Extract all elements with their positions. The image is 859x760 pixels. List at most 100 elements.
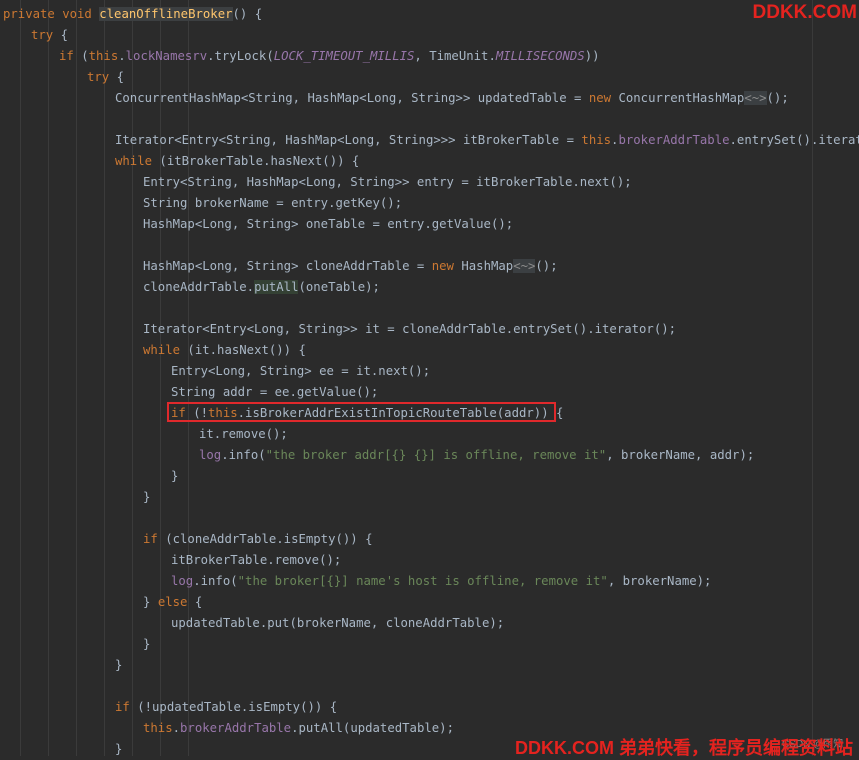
code-token: }: [171, 469, 179, 483]
code-token: if: [59, 49, 74, 63]
code-token: lockNamesrv: [125, 49, 208, 63]
code-line[interactable]: }: [115, 655, 122, 676]
code-line[interactable]: log.info("the broker[{}] name's host is …: [171, 571, 711, 592]
code-token: try: [87, 70, 110, 84]
code-line[interactable]: while (it.hasNext()) {: [143, 340, 306, 361]
indent-guide-line: [160, 0, 161, 756]
code-line[interactable]: Entry<Long, String> ee = it.next();: [171, 361, 430, 382]
code-line[interactable]: String brokerName = entry.getKey();: [143, 193, 402, 214]
code-token: HashMap<Long, String> cloneAddrTable =: [143, 259, 432, 273]
code-token: ConcurrentHashMap<String, HashMap<Long, …: [115, 91, 589, 105]
code-editor[interactable]: private void cleanOfflineBroker() {try {…: [0, 0, 859, 756]
code-line[interactable]: private void cleanOfflineBroker() {: [3, 4, 262, 25]
code-line[interactable]: if (!updatedTable.isEmpty()) {: [115, 697, 337, 718]
code-line[interactable]: try {: [31, 25, 68, 46]
code-token: Entry<String, HashMap<Long, String>> ent…: [143, 175, 632, 189]
code-token: new: [588, 91, 612, 105]
code-token: .: [172, 721, 181, 735]
code-token: ConcurrentHashMap: [611, 91, 745, 105]
code-token: log: [171, 574, 194, 588]
code-line[interactable]: Iterator<Entry<Long, String>> it = clone…: [143, 319, 676, 340]
code-token: (it.hasNext()) {: [180, 343, 306, 357]
code-line[interactable]: while (itBrokerTable.hasNext()) {: [115, 151, 359, 172]
code-line[interactable]: this.brokerAddrTable.putAll(updatedTable…: [143, 718, 454, 739]
code-line[interactable]: HashMap<Long, String> cloneAddrTable = n…: [143, 256, 558, 277]
code-line[interactable]: Iterator<Entry<String, HashMap<Long, Str…: [115, 130, 859, 151]
code-token: .info(: [221, 448, 266, 462]
code-token: Entry<Long, String> ee = it.next();: [171, 364, 431, 378]
code-token: () {: [232, 7, 263, 21]
code-token: "the broker[{}] name's host is offline, …: [237, 574, 608, 588]
code-line[interactable]: }: [171, 466, 178, 487]
code-token: (cloneAddrTable.isEmpty()) {: [157, 532, 373, 546]
code-token: )): [584, 49, 600, 63]
code-line[interactable]: updatedTable.put(brokerName, cloneAddrTa…: [171, 613, 504, 634]
code-token: while: [143, 343, 181, 357]
code-token: }: [143, 637, 151, 651]
code-token: <~>: [513, 259, 536, 273]
code-token: updatedTable.put(brokerName, cloneAddrTa…: [171, 616, 505, 630]
code-line[interactable]: if (cloneAddrTable.isEmpty()) {: [143, 529, 373, 550]
code-token: HashMap: [453, 259, 514, 273]
code-line[interactable]: }: [143, 487, 150, 508]
code-line[interactable]: ConcurrentHashMap<String, HashMap<Long, …: [115, 88, 789, 109]
watermark-bottom: DDKK.COM 弟弟快看，程序员编程资料站: [515, 738, 853, 758]
code-token: .: [118, 49, 126, 63]
code-token: {: [109, 70, 125, 84]
code-token: brokerAddrTable: [618, 133, 730, 147]
code-token: Iterator<Entry<Long, String>> it = clone…: [143, 322, 677, 336]
indent-guide-line: [20, 0, 21, 756]
code-token: .tryLock(: [207, 49, 274, 63]
code-token: this: [143, 721, 173, 735]
code-token: cloneAddrTable.: [143, 280, 255, 294]
code-token: "the broker addr[{} {}] is offline, remo…: [265, 448, 607, 462]
code-token: HashMap<Long, String> oneTable = entry.g…: [143, 217, 514, 231]
indent-guide-line: [104, 0, 105, 756]
code-line[interactable]: try {: [87, 67, 124, 88]
code-line[interactable]: String addr = ee.getValue();: [171, 382, 378, 403]
code-line[interactable]: if (this.lockNamesrv.tryLock(LOCK_TIMEOU…: [59, 46, 600, 67]
code-line[interactable]: itBrokerTable.remove();: [171, 550, 341, 571]
code-token: while: [115, 154, 153, 168]
code-line[interactable]: cloneAddrTable.putAll(oneTable);: [143, 277, 380, 298]
code-line[interactable]: log.info("the broker addr[{} {}] is offl…: [199, 445, 754, 466]
code-token: private void: [3, 7, 100, 21]
code-token: itBrokerTable.remove();: [171, 553, 342, 567]
code-token: (oneTable);: [298, 280, 380, 294]
code-line[interactable]: } else {: [143, 592, 202, 613]
indent-guide-line: [48, 0, 49, 756]
code-token: , brokerName);: [607, 574, 712, 588]
code-token: .putAll(updatedTable);: [291, 721, 454, 735]
code-line[interactable]: HashMap<Long, String> oneTable = entry.g…: [143, 214, 513, 235]
code-token: Iterator<Entry<String, HashMap<Long, Str…: [115, 133, 582, 147]
code-token: new: [431, 259, 454, 273]
code-line[interactable]: }: [143, 634, 150, 655]
code-line[interactable]: it.remove();: [199, 424, 288, 445]
code-token: <~>: [744, 91, 767, 105]
code-token: this: [88, 49, 119, 63]
code-token: this: [581, 133, 612, 147]
code-token: MILLISECONDS: [495, 49, 585, 63]
code-token: log: [199, 448, 222, 462]
code-line[interactable]: }: [115, 739, 122, 760]
code-token: LOCK_TIMEOUT_MILLIS: [273, 49, 415, 63]
indent-guide-line: [132, 0, 133, 756]
code-token: {: [187, 595, 203, 609]
code-token: String addr = ee.getValue();: [171, 385, 379, 399]
code-token: }: [143, 490, 151, 504]
indent-guide-line: [76, 0, 77, 756]
code-token: {: [53, 28, 69, 42]
code-token: putAll: [254, 280, 299, 294]
code-token: , brokerName, addr);: [606, 448, 755, 462]
code-token: ();: [535, 259, 558, 273]
code-token: (!updatedTable.isEmpty()) {: [129, 700, 338, 714]
code-line[interactable]: Entry<String, HashMap<Long, String>> ent…: [143, 172, 632, 193]
watermark-top-right: DDKK.COM: [752, 2, 858, 23]
code-token: brokerAddrTable: [180, 721, 292, 735]
code-token: else: [157, 595, 188, 609]
code-token: if: [143, 532, 158, 546]
code-token: cleanOfflineBroker: [99, 7, 233, 21]
code-token: (: [73, 49, 89, 63]
right-margin-guide: [812, 0, 813, 756]
code-token: (itBrokerTable.hasNext()) {: [152, 154, 360, 168]
